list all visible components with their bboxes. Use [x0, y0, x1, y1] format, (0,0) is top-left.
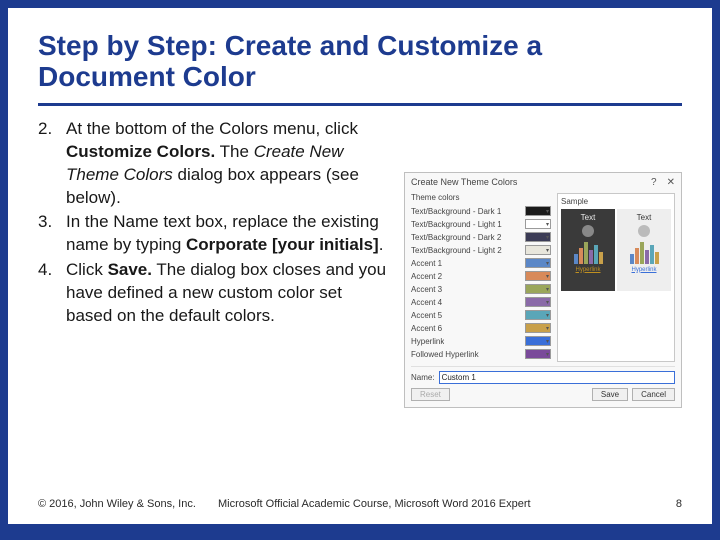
- name-input[interactable]: [439, 371, 675, 384]
- dialog-titlebar: Create New Theme Colors ? ✕: [411, 177, 675, 188]
- sample-dark: Text Hyperlink: [561, 209, 615, 291]
- color-row-label: Text/Background - Dark 2: [411, 233, 501, 242]
- color-swatch-dropdown[interactable]: [525, 206, 551, 216]
- color-row: Accent 6: [411, 323, 551, 334]
- page-number: 8: [652, 498, 682, 510]
- slide: Step by Step: Create and Customize a Doc…: [8, 8, 712, 524]
- dialog-title-text: Create New Theme Colors: [411, 177, 517, 187]
- color-swatch-dropdown[interactable]: [525, 232, 551, 242]
- dialog-screenshot: Create New Theme Colors ? ✕ Theme colors…: [404, 118, 682, 498]
- color-swatch-dropdown[interactable]: [525, 245, 551, 255]
- step-item: 2.At the bottom of the Colors menu, clic…: [38, 118, 392, 210]
- color-row: Text/Background - Dark 1: [411, 206, 551, 217]
- color-row: Accent 3: [411, 284, 551, 295]
- reset-button[interactable]: Reset: [411, 388, 450, 401]
- footer-course: Microsoft Official Academic Course, Micr…: [218, 498, 652, 510]
- sample-label: Sample: [561, 197, 671, 206]
- color-row-label: Accent 2: [411, 272, 442, 281]
- name-label: Name:: [411, 373, 435, 382]
- step-number: 3.: [38, 211, 66, 257]
- color-row-label: Accent 4: [411, 298, 442, 307]
- color-swatch-dropdown[interactable]: [525, 310, 551, 320]
- step-item: 4.Click Save. The dialog box closes and …: [38, 259, 392, 328]
- color-row: Text/Background - Dark 2: [411, 232, 551, 243]
- color-row-label: Text/Background - Light 1: [411, 220, 502, 229]
- color-row: Accent 5: [411, 310, 551, 321]
- create-theme-colors-dialog: Create New Theme Colors ? ✕ Theme colors…: [404, 172, 682, 408]
- color-row: Text/Background - Light 2: [411, 245, 551, 256]
- save-button[interactable]: Save: [592, 388, 628, 401]
- color-swatch-dropdown[interactable]: [525, 323, 551, 333]
- sample-light: Text Hyperlink: [617, 209, 671, 291]
- color-swatch-dropdown[interactable]: [525, 258, 551, 268]
- color-row: Accent 2: [411, 271, 551, 282]
- color-row: Followed Hyperlink: [411, 349, 551, 360]
- color-swatch-dropdown[interactable]: [525, 284, 551, 294]
- color-row-label: Accent 3: [411, 285, 442, 294]
- color-row: Accent 4: [411, 297, 551, 308]
- color-swatch-dropdown[interactable]: [525, 297, 551, 307]
- step-number: 4.: [38, 259, 66, 328]
- step-text: In the Name text box, replace the existi…: [66, 211, 392, 257]
- color-swatch-dropdown[interactable]: [525, 219, 551, 229]
- footer: © 2016, John Wiley & Sons, Inc. Microsof…: [38, 498, 682, 510]
- theme-color-list: Theme colors Text/Background - Dark 1 Tex…: [411, 193, 551, 362]
- color-row-label: Accent 5: [411, 311, 442, 320]
- theme-colors-label: Theme colors: [411, 193, 551, 202]
- footer-copyright: © 2016, John Wiley & Sons, Inc.: [38, 498, 218, 510]
- step-text: At the bottom of the Colors menu, click …: [66, 118, 392, 210]
- content-area: 2.At the bottom of the Colors menu, clic…: [38, 118, 682, 498]
- title-rule: [38, 103, 682, 106]
- cancel-button[interactable]: Cancel: [632, 388, 675, 401]
- page-title: Step by Step: Create and Customize a Doc…: [38, 30, 682, 93]
- color-row-label: Accent 1: [411, 259, 442, 268]
- color-row-label: Accent 6: [411, 324, 442, 333]
- color-row: Text/Background - Light 1: [411, 219, 551, 230]
- close-icon: ✕: [667, 177, 675, 188]
- color-swatch-dropdown[interactable]: [525, 349, 551, 359]
- step-number: 2.: [38, 118, 66, 210]
- step-list: 2.At the bottom of the Colors menu, clic…: [38, 118, 392, 498]
- color-swatch-dropdown[interactable]: [525, 271, 551, 281]
- step-text: Click Save. The dialog box closes and yo…: [66, 259, 392, 328]
- sample-panel: Sample Text Hyperlink Text: [557, 193, 675, 362]
- color-row-label: Text/Background - Light 2: [411, 246, 502, 255]
- color-row-label: Text/Background - Dark 1: [411, 207, 501, 216]
- help-icon: ?: [651, 177, 657, 188]
- color-swatch-dropdown[interactable]: [525, 336, 551, 346]
- color-row: Hyperlink: [411, 336, 551, 347]
- step-item: 3.In the Name text box, replace the exis…: [38, 211, 392, 257]
- color-row-label: Hyperlink: [411, 337, 444, 346]
- color-row: Accent 1: [411, 258, 551, 269]
- color-row-label: Followed Hyperlink: [411, 350, 479, 359]
- name-row: Name:: [411, 366, 675, 384]
